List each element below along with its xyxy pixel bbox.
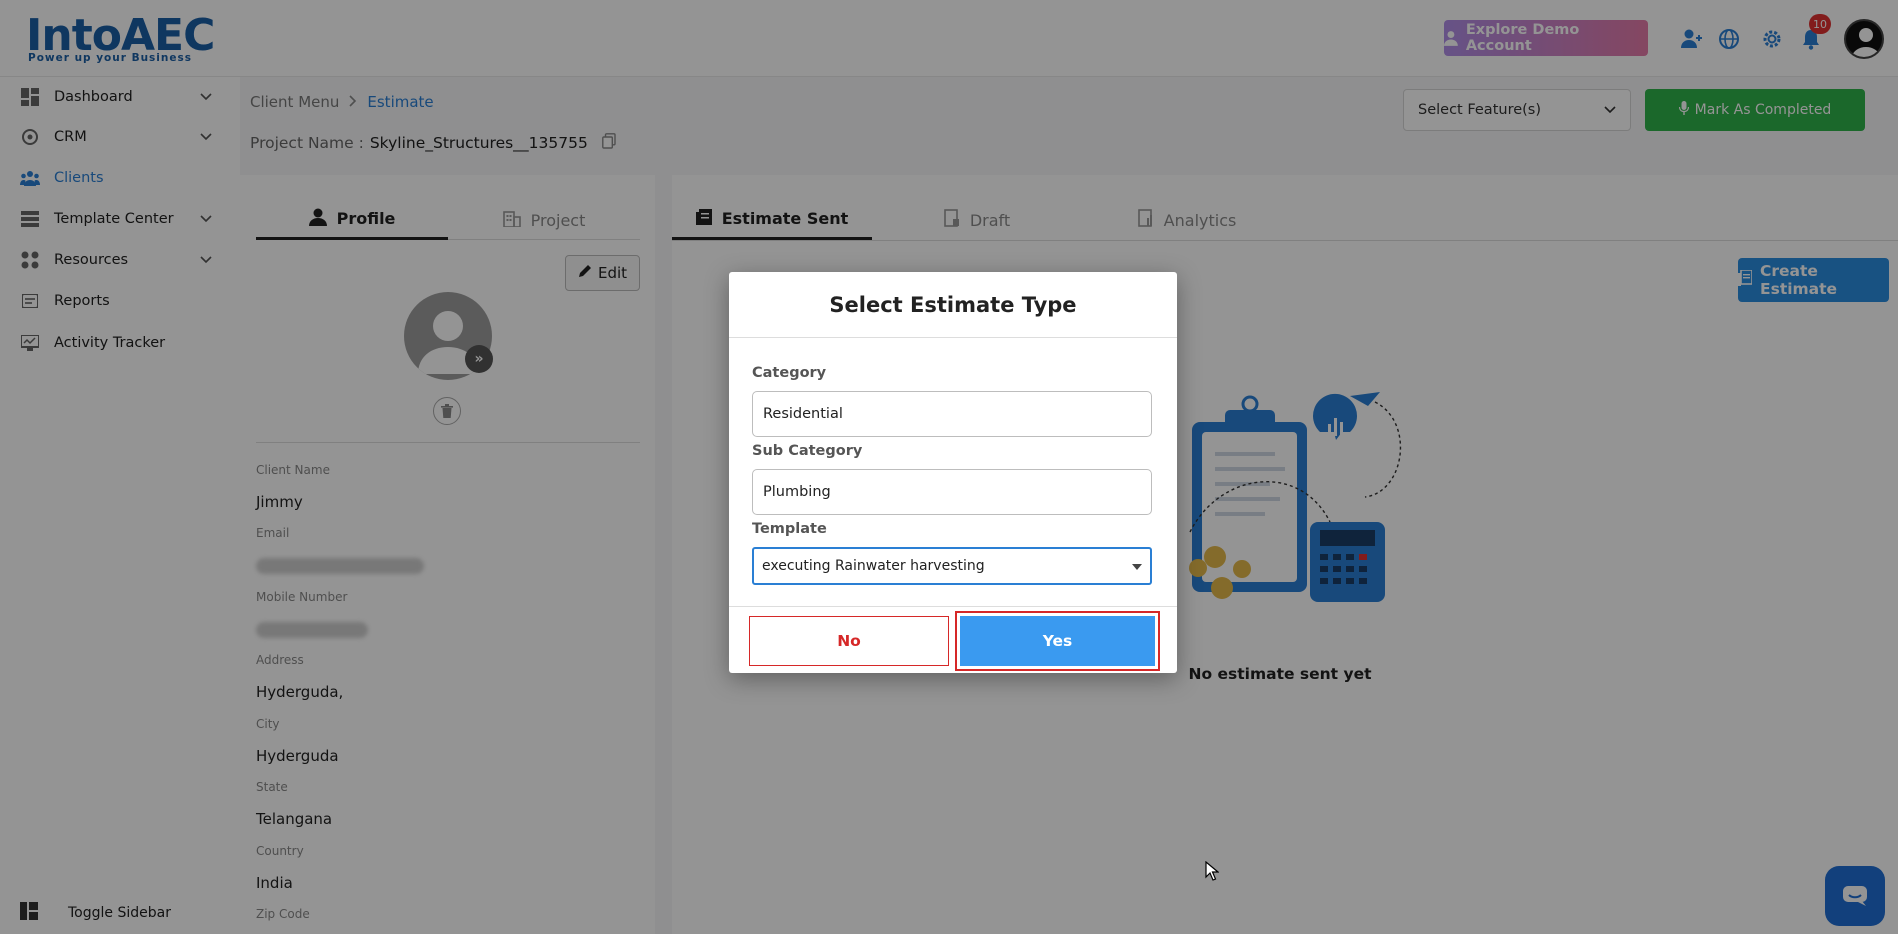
template-select[interactable]: executing Rainwater harvesting <box>752 547 1152 585</box>
caret-down-icon <box>1132 558 1142 574</box>
template-value: executing Rainwater harvesting <box>762 558 985 574</box>
template-label: Template <box>752 521 827 537</box>
subcategory-field[interactable]: Plumbing <box>752 469 1152 515</box>
yes-button-highlight: Yes <box>955 611 1160 671</box>
yes-button[interactable]: Yes <box>960 616 1155 666</box>
subcategory-value: Plumbing <box>763 484 831 500</box>
category-field[interactable]: Residential <box>752 391 1152 437</box>
dialog-title: Select Estimate Type <box>729 272 1177 338</box>
subcategory-label: Sub Category <box>752 443 863 459</box>
category-value: Residential <box>763 406 843 422</box>
category-label: Category <box>752 365 827 381</box>
mouse-cursor <box>1205 860 1220 885</box>
select-estimate-type-dialog: Select Estimate Type Category Residentia… <box>729 272 1177 673</box>
dialog-footer-divider <box>729 606 1177 607</box>
no-button[interactable]: No <box>749 616 949 666</box>
